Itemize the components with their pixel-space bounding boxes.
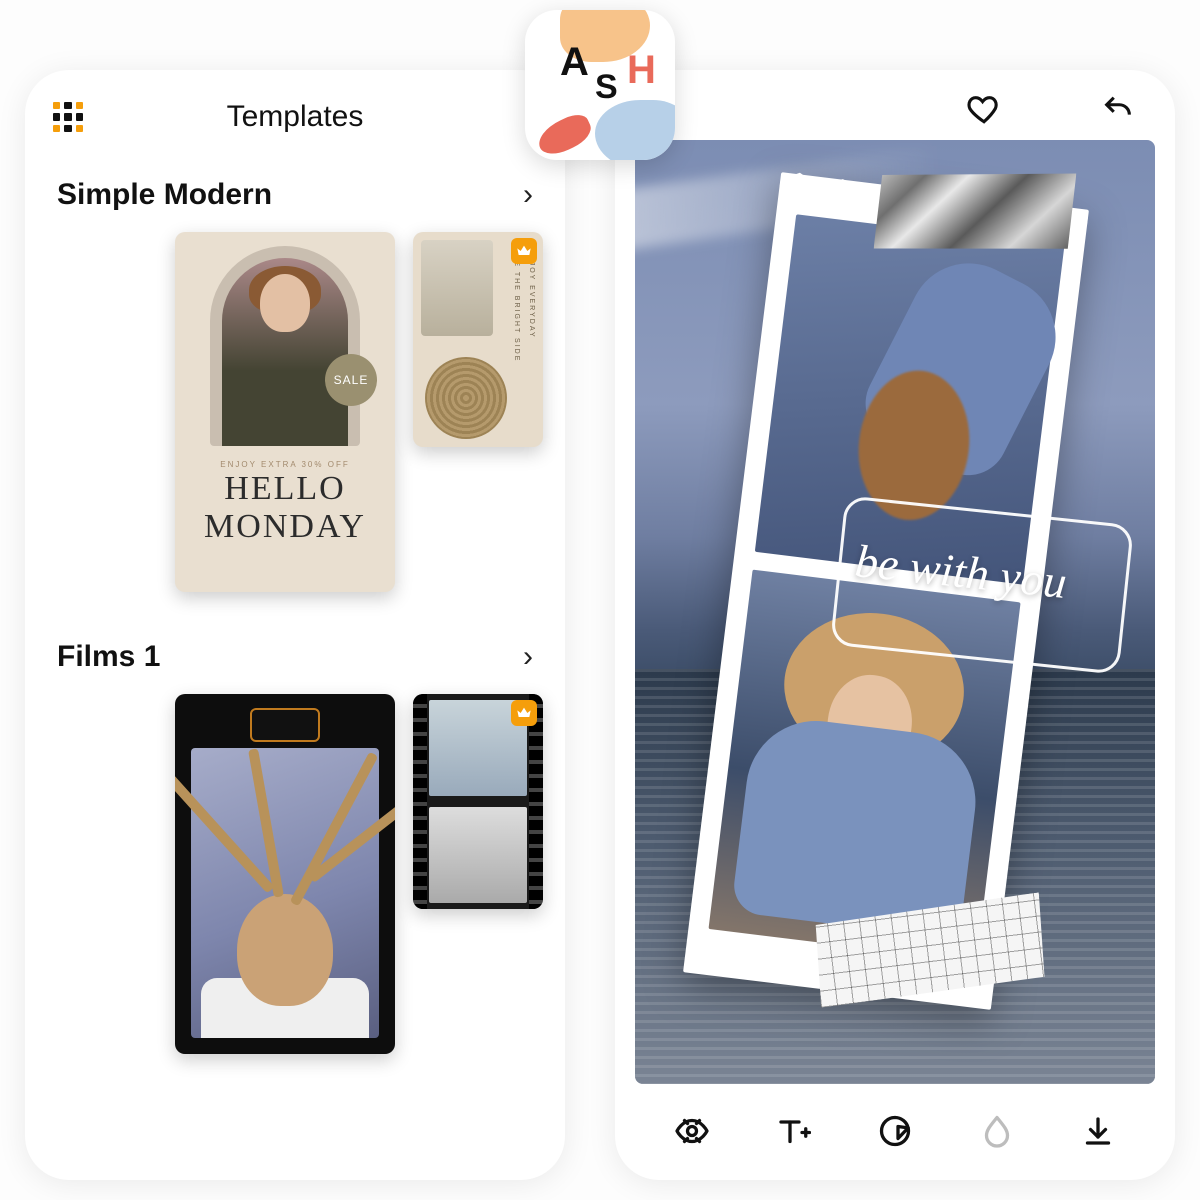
thumb-photo-round — [425, 357, 507, 439]
thumb-headline-1: HELLO — [224, 471, 345, 507]
category-row-simple-modern[interactable]: Simple Modern › — [25, 150, 565, 222]
film-cutout — [250, 708, 320, 742]
editor-panel: be with you — [615, 70, 1175, 1180]
logo-letter-h: H — [627, 48, 656, 93]
chevron-right-icon[interactable]: › — [523, 178, 533, 212]
sale-badge: SALE — [325, 354, 377, 406]
category-row-films-1[interactable]: Films 1 › — [25, 612, 565, 684]
blur-drop-icon[interactable] — [967, 1101, 1027, 1161]
premium-crown-icon — [511, 700, 537, 726]
sticker-icon[interactable] — [865, 1101, 925, 1161]
logo-letter-s: S — [595, 68, 618, 107]
thumb-headline-2: MONDAY — [204, 509, 366, 545]
premium-crown-icon — [511, 238, 537, 264]
sprocket — [413, 694, 427, 909]
template-thumb-film-polaroid[interactable] — [175, 694, 395, 1054]
sprocket — [529, 694, 543, 909]
favorite-heart-icon[interactable] — [967, 92, 1001, 131]
template-thumb-beige[interactable]: SEE THE BRIGHT SIDE ENJOY EVERYDAY — [413, 232, 543, 447]
templates-panel: Templates Simple Modern › SALE ENJOY EXT… — [25, 70, 565, 1180]
thumb-strip-simple-modern: SALE ENJOY EXTRA 30% OFF HELLO MONDAY SE… — [25, 222, 565, 612]
preview-eye-icon[interactable] — [662, 1101, 722, 1161]
thumb-photo — [421, 240, 493, 336]
thumb-strip-films-1 — [25, 684, 565, 1074]
film-image — [191, 748, 379, 1038]
thumb-vertical-text: SEE THE BRIGHT SIDE ENJOY EVERYDAY — [513, 248, 535, 431]
thumb-tagline: ENJOY EXTRA 30% OFF — [220, 460, 349, 469]
templates-header: Templates — [25, 70, 565, 150]
template-thumb-hello-monday[interactable]: SALE ENJOY EXTRA 30% OFF HELLO MONDAY — [175, 232, 395, 592]
editor-canvas[interactable]: be with you — [635, 140, 1155, 1084]
download-icon[interactable] — [1068, 1101, 1128, 1161]
logo-letter-a: A — [560, 40, 589, 85]
chevron-right-icon[interactable]: › — [523, 640, 533, 674]
templates-title: Templates — [83, 100, 537, 134]
editor-header — [615, 70, 1175, 140]
tape-foil[interactable] — [874, 167, 1077, 256]
thumb-arch — [210, 246, 360, 446]
template-thumb-film-strip[interactable] — [413, 694, 543, 909]
canvas-wrap: be with you — [615, 140, 1175, 1094]
category-title: Simple Modern — [57, 178, 272, 212]
editor-toolbar — [615, 1094, 1175, 1180]
add-text-icon[interactable] — [763, 1101, 823, 1161]
category-title: Films 1 — [57, 640, 160, 674]
app-logo-badge: A S H — [525, 10, 675, 160]
logo-letters: A S H — [525, 10, 675, 160]
undo-icon[interactable] — [1101, 92, 1135, 131]
film-frame — [429, 807, 527, 903]
categories-grid-icon[interactable] — [53, 102, 83, 132]
